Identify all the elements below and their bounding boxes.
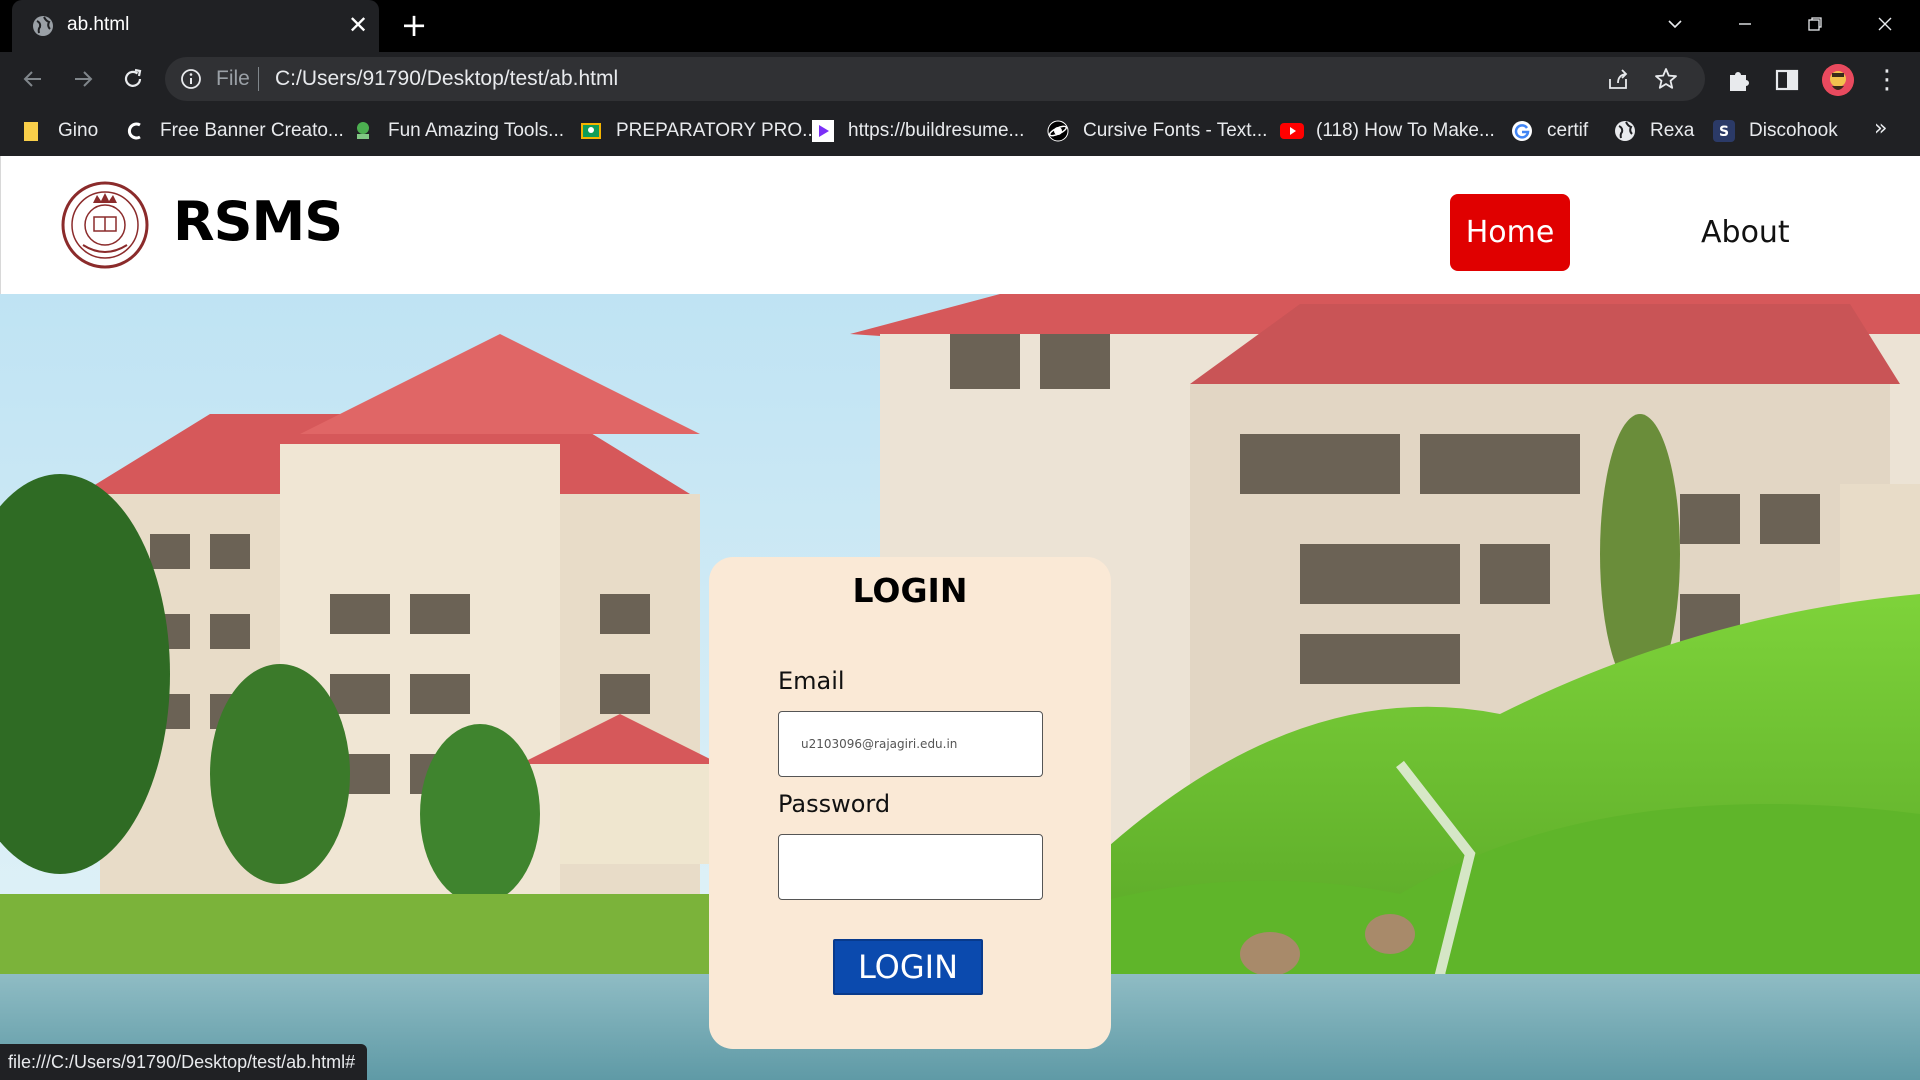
page-viewport: RSMS Home About LOGIN Email u2103096@raj… xyxy=(0,156,1920,1080)
globe-icon xyxy=(33,16,53,36)
restore-button[interactable] xyxy=(1795,8,1835,44)
login-button[interactable]: LOGIN xyxy=(833,939,983,995)
bookmark-label: Discohook xyxy=(1749,120,1838,141)
site-header: RSMS Home About xyxy=(0,156,1920,294)
email-label: Email xyxy=(778,667,845,695)
bookmark-item[interactable]: PREPARATORY PRO... xyxy=(580,116,818,146)
new-tab-button[interactable]: + xyxy=(398,9,430,42)
planet-icon xyxy=(1047,120,1069,142)
close-window-button[interactable] xyxy=(1865,8,1905,44)
bookmark-label: Free Banner Creato... xyxy=(160,120,344,141)
bookmark-item[interactable]: Free Banner Creato... xyxy=(124,116,344,146)
bookmark-label: https://buildresume... xyxy=(848,120,1025,141)
bookmark-item[interactable]: Gino xyxy=(22,116,98,146)
bookmarks-bar: Gino Free Banner Creato... Fun Amazing T… xyxy=(0,106,1920,156)
profile-avatar[interactable] xyxy=(1822,64,1854,96)
nav-about-link[interactable]: About xyxy=(1701,194,1790,271)
password-label: Password xyxy=(778,790,891,818)
bookmark-item[interactable]: (118) How To Make... xyxy=(1280,116,1495,146)
bookmark-star-icon[interactable] xyxy=(1653,66,1679,92)
browser-tab[interactable]: ab.html ✕ xyxy=(12,0,379,52)
bookmark-label: Fun Amazing Tools... xyxy=(388,120,565,141)
more-bookmarks-button[interactable]: » xyxy=(1874,116,1887,141)
classroom-icon xyxy=(580,120,602,142)
svg-text:S: S xyxy=(1719,124,1729,140)
bookmark-item[interactable]: https://buildresume... xyxy=(812,116,1024,146)
bookmark-label: PREPARATORY PRO... xyxy=(616,120,819,141)
bookmark-label: Cursive Fonts - Text... xyxy=(1083,120,1268,141)
bookmark-label: Rexa xyxy=(1650,120,1695,141)
google-icon xyxy=(1511,120,1533,142)
tab-title: ab.html xyxy=(67,14,130,35)
status-bar-url: file:///C:/Users/91790/Desktop/test/ab.h… xyxy=(0,1044,368,1080)
share-icon[interactable] xyxy=(1605,67,1631,93)
address-scheme: File xyxy=(216,67,250,90)
browser-toolbar: File C:/Users/91790/Desktop/test/ab.html… xyxy=(0,52,1920,106)
menu-icon[interactable]: ⋮ xyxy=(1872,65,1902,95)
extensions-icon[interactable] xyxy=(1724,65,1754,95)
college-seal-logo xyxy=(61,181,149,269)
forward-button[interactable] xyxy=(66,62,100,96)
bookmark-item[interactable]: Rexa xyxy=(1614,116,1694,146)
bookmark-label: (118) How To Make... xyxy=(1316,120,1495,141)
globe-icon xyxy=(1614,120,1636,142)
tab-strip: ab.html ✕ + xyxy=(0,0,1920,52)
green-tool-icon xyxy=(352,120,374,142)
email-field[interactable] xyxy=(778,711,1043,777)
address-bar[interactable]: File C:/Users/91790/Desktop/test/ab.html xyxy=(165,57,1705,101)
bookmark-item[interactable]: Fun Amazing Tools... xyxy=(352,116,564,146)
close-tab-icon[interactable]: ✕ xyxy=(345,12,371,38)
bookmark-item[interactable]: Cursive Fonts - Text... xyxy=(1047,116,1267,146)
play-icon xyxy=(812,120,834,142)
password-field[interactable] xyxy=(778,834,1043,900)
side-panel-icon[interactable] xyxy=(1772,65,1802,95)
folder-icon xyxy=(22,120,44,142)
minimize-button[interactable] xyxy=(1725,8,1765,44)
youtube-icon xyxy=(1280,120,1304,142)
reload-button[interactable] xyxy=(116,62,150,96)
bookmark-label: certif xyxy=(1547,120,1589,141)
bookmark-label: Gino xyxy=(58,120,99,141)
back-button[interactable] xyxy=(16,62,50,96)
address-separator xyxy=(258,67,259,91)
login-card: LOGIN Email Password LOGIN xyxy=(709,557,1111,1049)
nav-home-button[interactable]: Home xyxy=(1450,194,1570,271)
discohook-icon: S xyxy=(1713,120,1735,142)
login-title: LOGIN xyxy=(852,571,968,610)
c-logo-icon xyxy=(124,120,146,142)
tab-search-icon[interactable] xyxy=(1655,8,1695,44)
bookmark-item[interactable]: certif xyxy=(1511,116,1588,146)
info-icon[interactable] xyxy=(180,68,202,90)
site-brand: RSMS xyxy=(173,190,343,253)
address-url[interactable]: C:/Users/91790/Desktop/test/ab.html xyxy=(275,67,618,91)
bookmark-item[interactable]: S Discohook xyxy=(1713,116,1838,146)
